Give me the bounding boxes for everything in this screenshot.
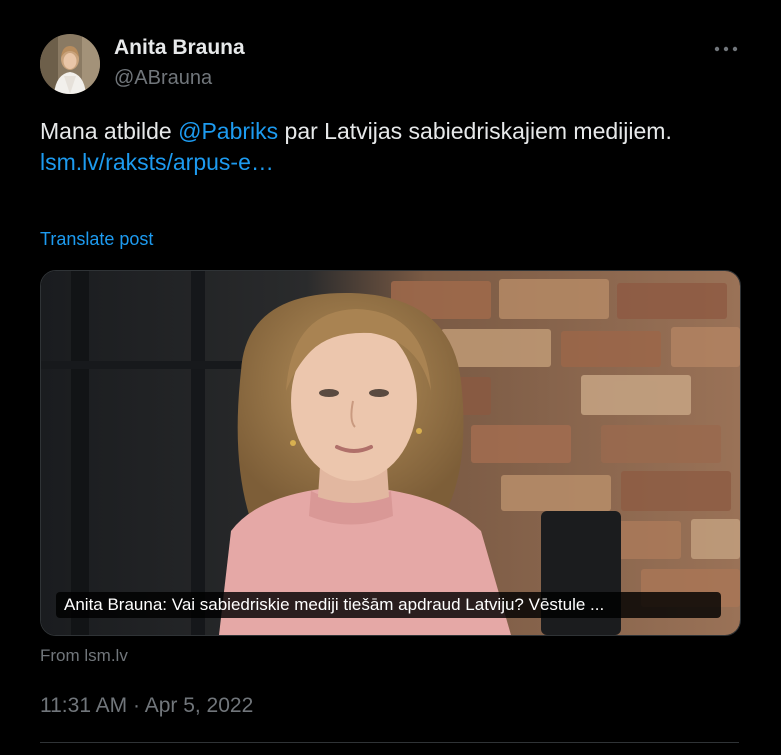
timestamp-time[interactable]: 11:31 AM: [40, 694, 127, 717]
timestamp: 11:31 AM · Apr 5, 2022: [40, 694, 253, 718]
divider: [40, 742, 739, 743]
timestamp-separator: ·: [127, 694, 145, 717]
mention-link[interactable]: @Pabriks: [178, 118, 278, 144]
display-name[interactable]: Anita Brauna: [114, 36, 245, 60]
avatar[interactable]: [40, 34, 100, 94]
card-source[interactable]: From lsm.lv: [40, 646, 128, 666]
tweet-text-before: Mana atbilde: [40, 118, 179, 144]
more-dots-icon: [714, 39, 738, 57]
tweet-text-after: par Latvijas sabiedriskajiem medijiem.: [278, 118, 672, 144]
tweet-text: Mana atbilde @Pabriks par Latvijas sabie…: [40, 116, 720, 178]
card-caption[interactable]: Anita Brauna: Vai sabiedriskie mediji ti…: [56, 592, 721, 618]
translate-post-link[interactable]: Translate post: [40, 229, 153, 250]
timestamp-date[interactable]: Apr 5, 2022: [145, 694, 254, 717]
card-image: [41, 271, 740, 635]
tweet-container: Anita Brauna @ABrauna Mana atbilde @Pabr…: [0, 0, 781, 755]
more-options-button[interactable]: [708, 30, 744, 66]
user-handle[interactable]: @ABrauna: [114, 67, 212, 90]
link-preview-card[interactable]: [40, 270, 741, 636]
article-link[interactable]: lsm.lv/raksts/arpus-e…: [40, 147, 720, 178]
